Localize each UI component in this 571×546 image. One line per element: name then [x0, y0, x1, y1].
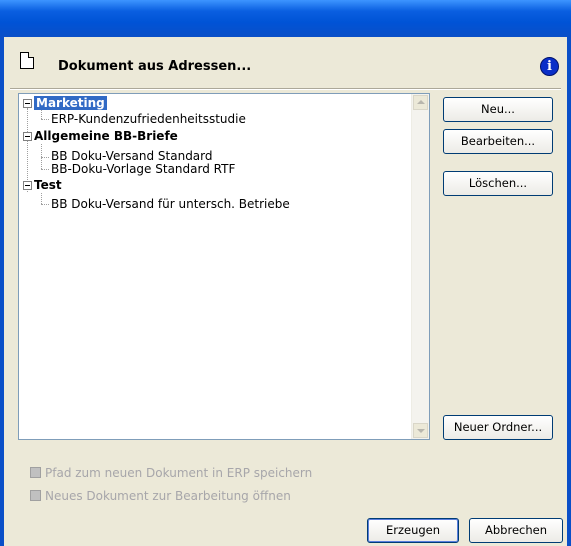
dialog-title: Dokument aus Adressen... — [58, 59, 252, 74]
create-button[interactable]: Erzeugen — [367, 518, 459, 543]
collapse-toggle-icon[interactable] — [23, 132, 32, 141]
delete-button[interactable]: Löschen... — [443, 171, 553, 196]
info-icon[interactable]: i — [540, 57, 559, 76]
tree-item-bb-doku-vorlage-standard-rtf[interactable]: BB-Doku-Vorlage Standard RTF — [51, 163, 235, 176]
document-tree[interactable]: Marketing ERP-Kundenzufriedenheitsstudie… — [18, 93, 430, 440]
tree-item-erp-kundenzufriedenheitsstudie[interactable]: ERP-Kundenzufriedenheitsstudie — [51, 113, 246, 126]
save-path-checkbox[interactable] — [30, 467, 41, 478]
dialog-window: Dokument aus Adressen... i Marketing ERP… — [0, 0, 571, 546]
collapse-toggle-icon[interactable] — [23, 181, 32, 190]
new-folder-button[interactable]: Neuer Ordner... — [443, 415, 553, 440]
tree-connector — [41, 119, 49, 120]
tree-connector — [41, 204, 49, 205]
tree-folder-test[interactable]: Test — [34, 179, 62, 192]
tree-item-label: Test — [34, 178, 62, 192]
arrow-down-icon — [417, 429, 425, 433]
header-divider — [10, 88, 561, 90]
tree-item-label: BB Doku-Versand für untersch. Betriebe — [51, 197, 290, 211]
cancel-button[interactable]: Abbrechen — [469, 518, 563, 543]
tree-folder-allgemeine-bb-briefe[interactable]: Allgemeine BB-Briefe — [34, 130, 178, 143]
tree-content: Marketing ERP-Kundenzufriedenheitsstudie… — [19, 94, 409, 439]
tree-connector — [41, 169, 49, 170]
tree-item-label: Marketing — [34, 96, 107, 110]
open-edit-checkbox[interactable] — [30, 490, 41, 501]
open-edit-label: Neues Dokument zur Bearbeitung öffnen — [45, 489, 291, 503]
tree-item-bb-doku-versand-betriebe[interactable]: BB Doku-Versand für untersch. Betriebe — [51, 198, 290, 211]
vertical-scrollbar[interactable] — [411, 94, 429, 439]
arrow-up-icon — [417, 100, 425, 104]
edit-button[interactable]: Bearbeiten... — [443, 129, 553, 154]
tree-folder-marketing[interactable]: Marketing — [34, 96, 107, 110]
save-path-label: Pfad zum neuen Dokument in ERP speichern — [45, 466, 313, 480]
tree-item-label: ERP-Kundenzufriedenheitsstudie — [51, 112, 246, 126]
window-frame-right — [567, 37, 571, 546]
tree-connector — [27, 108, 28, 192]
tree-connector — [41, 157, 49, 158]
tree-connector — [41, 193, 42, 204]
tree-item-label: Allgemeine BB-Briefe — [34, 129, 178, 143]
scroll-up-button[interactable] — [413, 95, 428, 110]
scroll-down-button[interactable] — [413, 423, 428, 438]
window-frame-left — [0, 37, 4, 546]
title-bar[interactable] — [0, 0, 571, 37]
tree-item-label: BB-Doku-Vorlage Standard RTF — [51, 162, 236, 176]
tree-item-label: BB Doku-Versand Standard — [51, 149, 213, 163]
document-icon-fold — [28, 52, 34, 58]
collapse-toggle-icon[interactable] — [23, 99, 32, 108]
new-button[interactable]: Neu... — [443, 97, 553, 122]
